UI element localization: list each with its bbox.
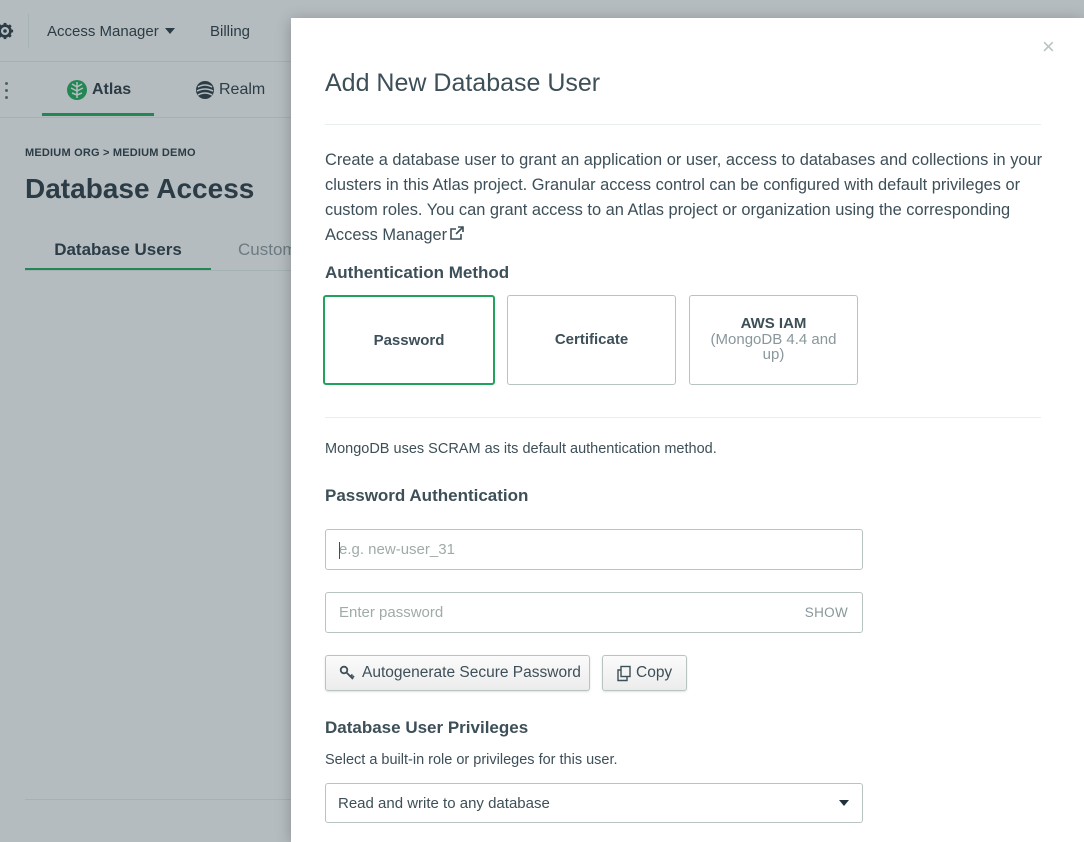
access-manager-link-label: Access Manager — [325, 226, 448, 244]
auth-option-label: Certificate — [554, 331, 629, 348]
divider — [325, 417, 1041, 418]
password-field[interactable]: SHOW — [325, 592, 863, 633]
auth-option-label: Password — [373, 332, 445, 349]
intro-text: Create a database user to grant an appli… — [325, 148, 1045, 248]
username-field[interactable] — [325, 529, 863, 570]
show-password-button[interactable]: SHOW — [805, 605, 848, 620]
password-auth-title: Password Authentication — [325, 486, 529, 505]
intro-body: Create a database user to grant an appli… — [325, 151, 1043, 219]
password-input[interactable] — [326, 593, 862, 632]
auth-method-title: Authentication Method — [325, 263, 510, 282]
chevron-down-icon — [839, 800, 849, 806]
modal-title: Add New Database User — [325, 69, 601, 97]
scram-note-pre: MongoDB uses — [325, 441, 425, 457]
auth-option-password[interactable]: Password — [323, 295, 495, 385]
auth-option-aws-iam[interactable]: AWS IAM (MongoDB 4.4 and up) — [689, 295, 858, 385]
copy-icon — [617, 665, 631, 682]
key-icon — [339, 665, 355, 680]
username-input[interactable] — [326, 530, 862, 569]
divider — [325, 124, 1041, 125]
role-select-value: Read and write to any database — [338, 795, 550, 812]
privileges-title: Database User Privileges — [325, 718, 529, 737]
scram-note: MongoDB uses SCRAM as its default authen… — [325, 441, 717, 457]
auth-option-certificate[interactable]: Certificate — [507, 295, 676, 385]
role-select[interactable]: Read and write to any database — [325, 783, 863, 823]
scram-link[interactable]: SCRAM — [428, 441, 480, 457]
copy-password-button[interactable]: Copy — [602, 655, 687, 691]
privileges-subtitle: Select a built-in role or privileges for… — [325, 752, 618, 768]
text-cursor — [339, 542, 340, 559]
autogenerate-label: Autogenerate Secure Password — [362, 664, 581, 681]
autogenerate-password-button[interactable]: Autogenerate Secure Password — [325, 655, 590, 691]
scram-note-post: as its default authentication method. — [484, 441, 717, 457]
auth-option-label: AWS IAM — [740, 315, 807, 332]
auth-option-sublabel: (MongoDB 4.4 and up) — [710, 331, 837, 363]
close-icon[interactable]: × — [1042, 36, 1055, 58]
access-manager-link[interactable]: Access Manager — [325, 226, 465, 244]
add-database-user-modal: × Add New Database User Create a databas… — [291, 18, 1084, 842]
external-link-icon — [450, 226, 464, 240]
copy-label: Copy — [636, 664, 673, 681]
